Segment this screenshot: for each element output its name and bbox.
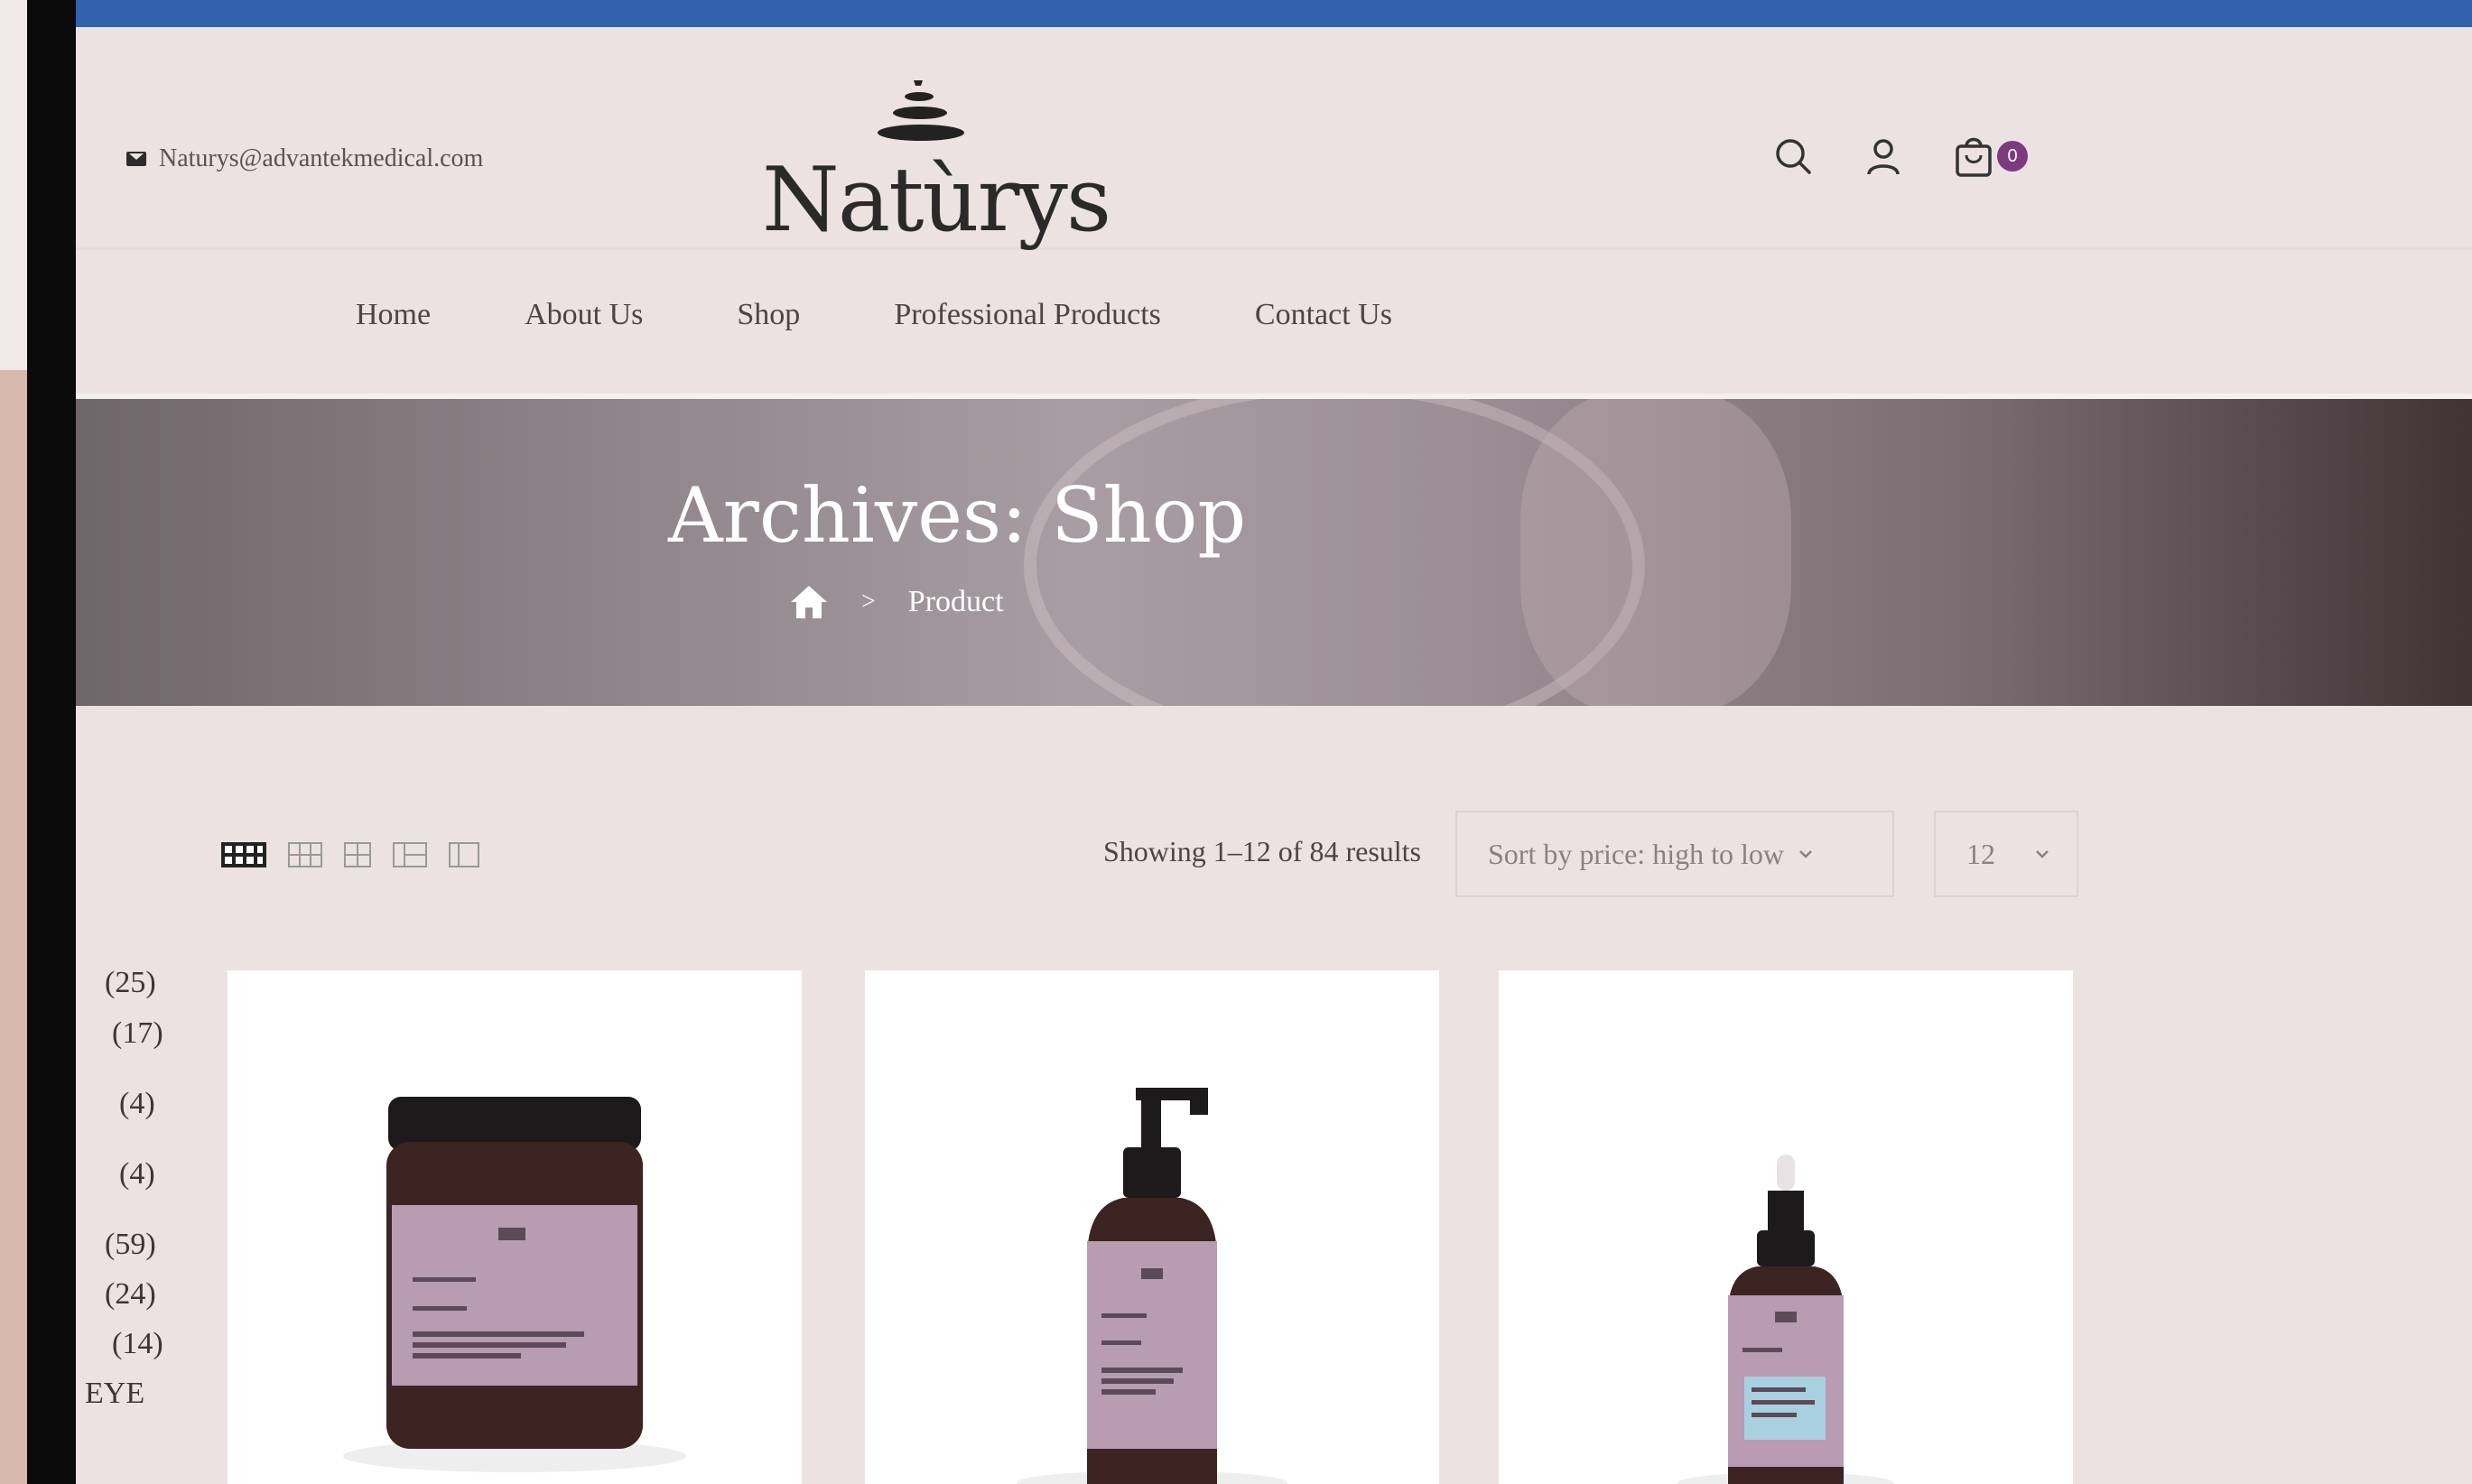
results-count: Showing 1–12 of 84 results bbox=[1103, 835, 1421, 867]
main-nav: Home About Us Shop Professional Products… bbox=[356, 298, 1392, 332]
logo-wordmark: Natùrys bbox=[762, 149, 1111, 252]
product-card[interactable] bbox=[865, 970, 1439, 1484]
breadcrumb-current: Product bbox=[907, 585, 1004, 618]
nav-about-us[interactable]: About Us bbox=[525, 298, 643, 332]
category-count: (14) bbox=[112, 1327, 163, 1360]
shop-page: Naturys@advantekmedical.com Natùrys 0 Ho… bbox=[76, 0, 2472, 1484]
breadcrumb-separator: > bbox=[861, 588, 876, 616]
product-card[interactable] bbox=[228, 970, 802, 1484]
user-icon[interactable] bbox=[1863, 136, 1903, 176]
per-page-value: 12 bbox=[1966, 837, 1995, 870]
list-view-icon[interactable] bbox=[392, 841, 428, 868]
page-title: Archives: Shop bbox=[668, 471, 1247, 560]
sort-select[interactable]: Sort by price: high to low bbox=[1455, 811, 1894, 897]
nav-contact-us[interactable]: Contact Us bbox=[1255, 298, 1392, 332]
category-count: (24) bbox=[105, 1277, 156, 1311]
site-logo[interactable]: Natùrys bbox=[762, 77, 1111, 252]
category-count: (59) bbox=[105, 1228, 156, 1261]
product-card[interactable] bbox=[1499, 970, 2073, 1484]
email-text: Naturys@advantekmedical.com bbox=[159, 144, 484, 172]
sort-select-value: Sort by price: high to low bbox=[1488, 837, 1784, 870]
category-count: (25) bbox=[105, 966, 156, 999]
cart-count-badge: 0 bbox=[1997, 141, 2028, 172]
site-header: Naturys@advantekmedical.com Natùrys 0 bbox=[76, 27, 2472, 252]
product-image-dropper-bottle bbox=[1677, 1155, 1894, 1484]
grid-view-2-icon[interactable] bbox=[343, 841, 372, 868]
category-count: (4) bbox=[119, 1157, 155, 1191]
mail-icon bbox=[126, 152, 146, 166]
search-icon[interactable] bbox=[1773, 136, 1813, 176]
category-count: (17) bbox=[112, 1016, 163, 1050]
top-bar bbox=[76, 0, 2472, 27]
category-label-partial: EYE bbox=[85, 1377, 145, 1410]
logo-stones-icon bbox=[878, 80, 964, 141]
cart-icon bbox=[1956, 137, 1992, 177]
grid-view-4-icon[interactable] bbox=[220, 841, 267, 868]
chevron-down-icon bbox=[1799, 850, 1812, 858]
home-icon[interactable] bbox=[789, 584, 829, 620]
view-mode-switcher bbox=[220, 841, 480, 868]
product-image-pump-bottle bbox=[1017, 1088, 1287, 1484]
cart-button[interactable]: 0 bbox=[1954, 135, 2028, 177]
header-email[interactable]: Naturys@advantekmedical.com bbox=[126, 144, 483, 173]
per-page-select[interactable]: 12 bbox=[1934, 811, 2078, 897]
adjacent-window-strip bbox=[0, 0, 27, 1484]
nav-shop[interactable]: Shop bbox=[737, 298, 800, 332]
breadcrumb: > Product bbox=[789, 584, 1004, 620]
nav-professional-products[interactable]: Professional Products bbox=[894, 298, 1161, 332]
list-view-large-icon[interactable] bbox=[448, 841, 480, 868]
chevron-down-icon bbox=[2036, 850, 2049, 858]
hero-bg-hand bbox=[1520, 399, 1791, 706]
hero-banner: Archives: Shop > Product bbox=[76, 399, 2472, 706]
category-count: (4) bbox=[119, 1087, 155, 1120]
product-image-jar bbox=[343, 1097, 686, 1472]
nav-home[interactable]: Home bbox=[356, 298, 431, 332]
grid-view-3-icon[interactable] bbox=[287, 841, 323, 868]
header-icons: 0 bbox=[1773, 135, 2028, 177]
